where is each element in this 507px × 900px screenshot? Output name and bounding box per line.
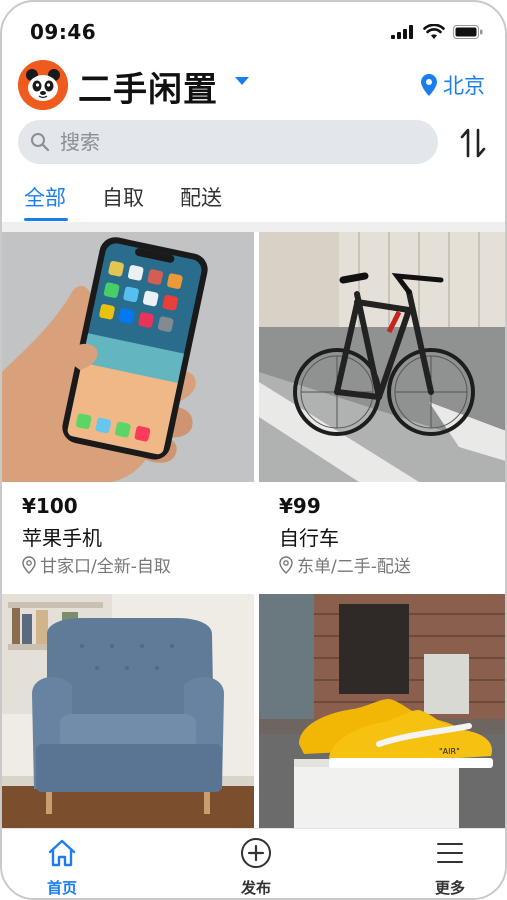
nav-publish[interactable]: 发布 <box>216 837 296 898</box>
location-pin-outline-icon <box>22 555 36 574</box>
battery-icon <box>453 25 483 39</box>
product-card[interactable]: "AIR" <box>259 594 505 828</box>
svg-text:"AIR": "AIR" <box>439 747 460 756</box>
signal-icon <box>391 25 413 39</box>
search-icon <box>31 133 50 152</box>
status-icons <box>391 24 483 40</box>
status-bar: 09:46 <box>2 2 505 52</box>
product-image-armchair[interactable] <box>2 594 254 828</box>
product-name: 苹果手机 <box>22 526 102 550</box>
tab-pickup[interactable]: 自取 <box>102 182 144 212</box>
product-image-bike[interactable] <box>259 232 505 482</box>
section-divider <box>2 222 505 232</box>
app-header: 二手闲置 北京 <box>2 58 505 114</box>
product-card[interactable] <box>2 594 254 828</box>
location-pin-outline-icon <box>279 555 293 574</box>
location-pin-icon <box>421 74 437 96</box>
product-price: ¥100 <box>22 494 78 518</box>
bottom-tab-bar: 首页 发布 更多 <box>2 828 505 898</box>
product-meta-text: 甘家口/全新-自取 <box>40 557 171 577</box>
filter-tabs: 全部 自取 配送 <box>2 178 505 221</box>
tab-delivery[interactable]: 配送 <box>180 182 222 212</box>
product-image-phone[interactable] <box>2 232 254 482</box>
product-price: ¥99 <box>279 494 321 518</box>
nav-more[interactable]: 更多 <box>410 837 490 898</box>
location-selector[interactable]: 北京 <box>421 70 485 100</box>
product-name: 自行车 <box>279 526 339 550</box>
caret-down-icon[interactable] <box>234 76 250 86</box>
sort-icon[interactable] <box>458 126 488 160</box>
nav-home[interactable]: 首页 <box>22 837 102 898</box>
tab-all[interactable]: 全部 <box>24 182 66 212</box>
panda-logo-icon <box>18 60 68 110</box>
active-tab-indicator <box>24 218 68 221</box>
nav-publish-label: 发布 <box>240 879 271 897</box>
product-card[interactable]: ¥99 自行车 东单/二手-配送 <box>259 232 505 586</box>
product-card[interactable]: ¥100 苹果手机 甘家口/全新-自取 <box>2 232 254 586</box>
phone-frame: 09:46 二手闲置 北京 搜索 全部 自取 配送 ¥100 苹果手机 甘家口/… <box>0 0 507 900</box>
search-input[interactable] <box>60 130 380 154</box>
wifi-icon <box>423 24 445 39</box>
product-meta-text: 东单/二手-配送 <box>297 557 411 577</box>
app-title[interactable]: 二手闲置 <box>78 62 218 111</box>
nav-more-label: 更多 <box>434 879 465 897</box>
search-bar[interactable] <box>18 120 438 164</box>
status-time: 09:46 <box>30 20 97 44</box>
product-meta: 东单/二手-配送 <box>279 552 411 577</box>
location-label: 北京 <box>443 74 485 98</box>
menu-icon <box>437 843 463 863</box>
home-icon <box>48 839 76 867</box>
plus-circle-icon <box>241 838 271 868</box>
nav-home-label: 首页 <box>46 879 77 897</box>
product-image-sneakers[interactable]: "AIR" <box>259 594 505 828</box>
product-meta: 甘家口/全新-自取 <box>22 552 171 577</box>
